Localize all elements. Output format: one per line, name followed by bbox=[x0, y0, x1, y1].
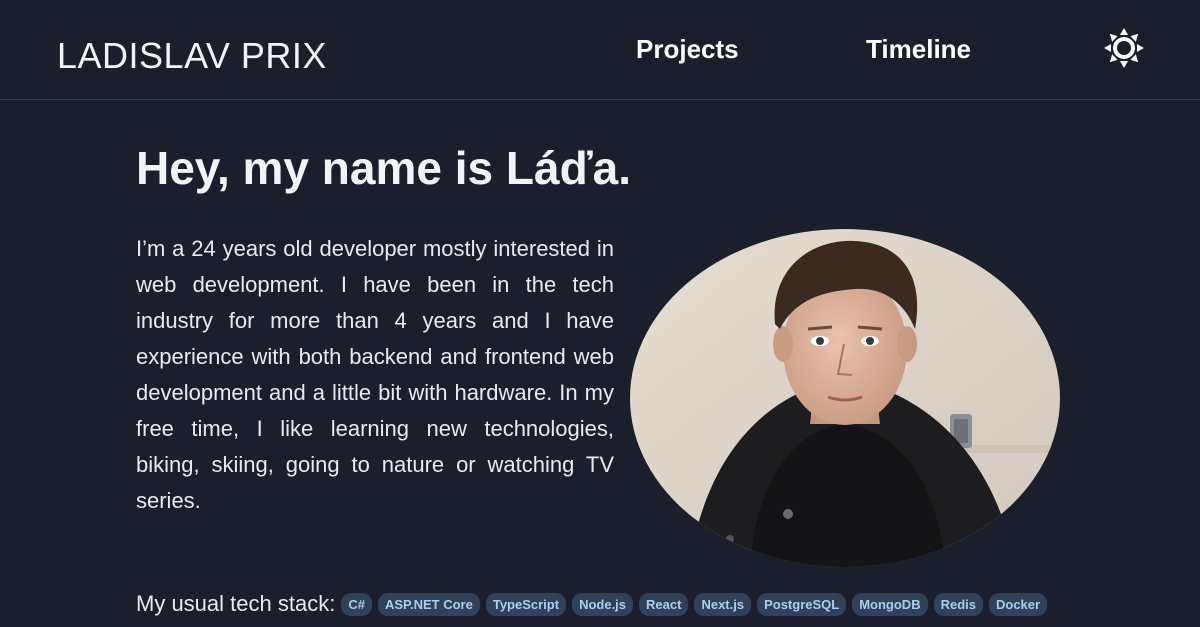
tech-chip: PostgreSQL bbox=[757, 592, 847, 616]
site-brand[interactable]: LADISLAV PRIX bbox=[57, 34, 327, 78]
tech-chip: C# bbox=[341, 592, 372, 616]
tech-chip: Node.js bbox=[572, 592, 634, 616]
nav-link-timeline[interactable]: Timeline bbox=[866, 31, 971, 67]
tech-chip: ASP.NET Core bbox=[377, 592, 480, 616]
tech-chip: Redis bbox=[933, 592, 983, 616]
profile-photo bbox=[630, 229, 1060, 567]
sun-icon bbox=[1104, 28, 1144, 68]
nav-link-projects[interactable]: Projects bbox=[636, 31, 739, 67]
tech-chip: MongoDB bbox=[852, 592, 928, 616]
page-title: Hey, my name is Láďa. bbox=[136, 142, 631, 194]
tech-chip: Docker bbox=[989, 592, 1048, 616]
site-header: LADISLAV PRIX Projects Timeline bbox=[0, 0, 1200, 100]
tech-chip: React bbox=[639, 592, 689, 616]
bio-paragraph: I’m a 24 years old developer mostly inte… bbox=[136, 236, 614, 513]
tech-stack-label: My usual tech stack: bbox=[136, 591, 336, 616]
theme-toggle-button[interactable] bbox=[1102, 26, 1146, 70]
tech-chip: Next.js bbox=[694, 592, 752, 616]
tech-chip: TypeScript bbox=[485, 592, 567, 616]
tech-stack-chips: C# ASP.NET Core TypeScript Node.js React… bbox=[341, 592, 1048, 616]
tech-stack-row: My usual tech stack: C# ASP.NET Core Typ… bbox=[136, 588, 1048, 620]
